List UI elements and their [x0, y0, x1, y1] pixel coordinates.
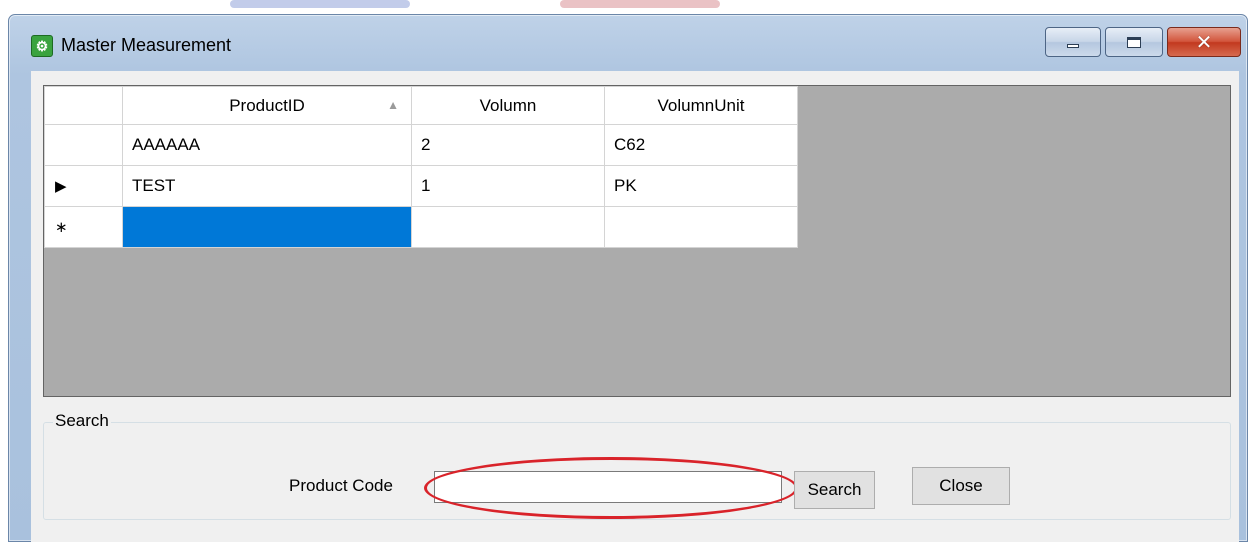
product-code-input[interactable]: [434, 471, 782, 503]
cell-volumn[interactable]: [411, 206, 605, 248]
cell-productid[interactable]: AAAAAA: [122, 124, 412, 166]
corner-header-cell[interactable]: [44, 86, 123, 125]
maximize-icon: [1127, 36, 1141, 48]
column-header-label: ProductID: [229, 95, 305, 115]
master-measurement-window: ⚙ Master Measurement ✕ ProductID ▲ Volum…: [8, 14, 1248, 542]
cell-volumn[interactable]: 1: [411, 165, 605, 207]
cell-productid[interactable]: TEST: [122, 165, 412, 207]
minimize-button[interactable]: [1045, 27, 1101, 57]
table-row[interactable]: ▶ TEST 1 PK: [44, 165, 798, 207]
new-row-icon[interactable]: ∗: [44, 206, 123, 248]
column-header-productid[interactable]: ProductID ▲: [122, 86, 412, 125]
sort-ascending-icon: ▲: [387, 98, 399, 112]
current-row-icon[interactable]: ▶: [44, 165, 123, 207]
maximize-button[interactable]: [1105, 27, 1163, 57]
window-title: Master Measurement: [61, 35, 232, 55]
cell-volumnunit[interactable]: [604, 206, 798, 248]
close-button[interactable]: Close: [912, 467, 1010, 505]
row-header[interactable]: [44, 124, 123, 166]
form-client-area: ProductID ▲ Volumn VolumnUnit AAAAAA 2 C…: [31, 71, 1239, 542]
app-icon: ⚙: [31, 35, 53, 57]
close-icon: ✕: [1195, 30, 1213, 54]
cell-productid-selected[interactable]: [122, 206, 412, 248]
table-row[interactable]: AAAAAA 2 C62: [44, 124, 798, 166]
grid-table: ProductID ▲ Volumn VolumnUnit AAAAAA 2 C…: [44, 86, 798, 248]
product-code-label: Product Code: [289, 476, 393, 495]
cell-volumnunit[interactable]: PK: [604, 165, 798, 207]
search-button[interactable]: Search: [794, 471, 875, 509]
column-header-label: VolumnUnit: [657, 95, 745, 115]
cell-volumn[interactable]: 2: [411, 124, 605, 166]
background-decoration: [560, 0, 720, 8]
title-bar[interactable]: ⚙ Master Measurement ✕: [9, 15, 1247, 71]
new-row[interactable]: ∗: [44, 206, 798, 248]
minimize-icon: [1067, 44, 1079, 48]
column-header-label: Volumn: [479, 95, 537, 115]
header-row: ProductID ▲ Volumn VolumnUnit: [44, 86, 798, 125]
search-group-label: Search: [53, 411, 111, 431]
column-header-volumn[interactable]: Volumn: [411, 86, 605, 125]
background-decoration: [230, 0, 410, 8]
column-header-volumnunit[interactable]: VolumnUnit: [604, 86, 798, 125]
cell-volumnunit[interactable]: C62: [604, 124, 798, 166]
close-window-button[interactable]: ✕: [1167, 27, 1241, 57]
data-grid[interactable]: ProductID ▲ Volumn VolumnUnit AAAAAA 2 C…: [43, 85, 1231, 397]
